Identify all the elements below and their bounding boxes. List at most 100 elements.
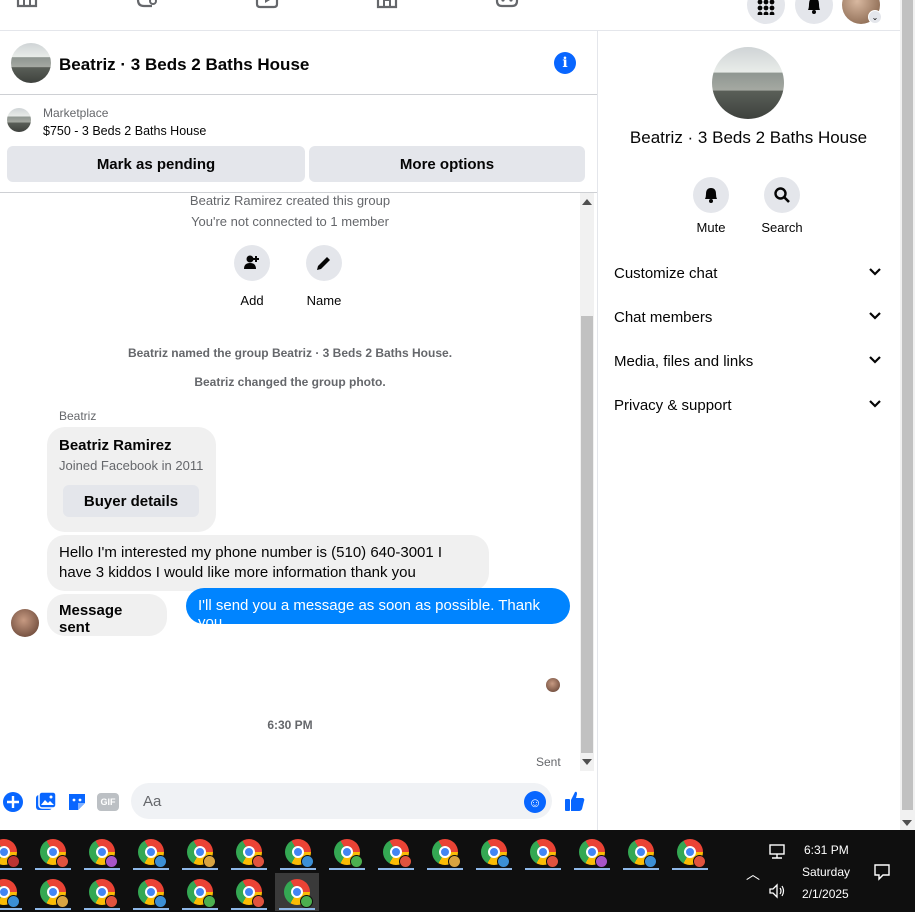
clock-day[interactable]: Saturday: [802, 865, 850, 879]
marketplace-icon[interactable]: [374, 0, 400, 16]
group-avatar[interactable]: [11, 43, 51, 83]
privacy-support-row[interactable]: Privacy & support: [614, 390, 882, 420]
chrome-taskbar-button[interactable]: [276, 833, 320, 871]
group-photo-event: Beatriz changed the group photo.: [194, 375, 386, 389]
gaming-icon[interactable]: [494, 0, 520, 16]
clock-time[interactable]: 6:31 PM: [804, 843, 849, 857]
chrome-icon: [187, 839, 216, 868]
sender-avatar[interactable]: [11, 609, 39, 637]
network-icon[interactable]: [768, 844, 786, 860]
outgoing-message[interactable]: I'll send you a message as soon as possi…: [186, 588, 570, 631]
profile-card: Beatriz Ramirez Joined Facebook in 2011 …: [47, 427, 216, 532]
chrome-taskbar-button[interactable]: [325, 833, 369, 871]
buyer-details-button[interactable]: Buyer details: [63, 485, 199, 517]
incoming-message[interactable]: Hello I'm interested my phone number is …: [47, 535, 489, 591]
add-member-action[interactable]: Add: [222, 245, 282, 308]
chrome-taskbar-button[interactable]: [374, 833, 418, 871]
scroll-thumb[interactable]: [581, 316, 593, 753]
chrome-taskbar-button[interactable]: [227, 833, 271, 871]
section-label: Privacy & support: [614, 396, 732, 414]
connection-notice: You're not connected to 1 member: [191, 214, 389, 229]
bell-icon: [808, 0, 820, 14]
more-options-button[interactable]: More options: [309, 146, 585, 182]
card-joined: Joined Facebook in 2011: [59, 458, 204, 473]
clock-date[interactable]: 2/1/2025: [802, 887, 849, 901]
volume-icon[interactable]: [768, 883, 786, 899]
chrome-taskbar-button[interactable]: [80, 873, 124, 911]
chrome-taskbar-button[interactable]: [129, 873, 173, 911]
chevron-down-icon: ⌄: [868, 10, 882, 24]
menu-grid-button[interactable]: [747, 0, 785, 24]
chrome-taskbar-button[interactable]: [129, 833, 173, 871]
search-action[interactable]: Search: [754, 177, 810, 235]
search-label: Search: [761, 220, 803, 235]
chrome-icon: [138, 839, 167, 868]
group-photo[interactable]: [712, 47, 784, 119]
chat-header: Beatriz · 3 Beds 2 Baths House i: [0, 31, 597, 95]
chrome-taskbar-button[interactable]: [80, 833, 124, 871]
listing-thumbnail[interactable]: [7, 108, 31, 132]
chrome-taskbar-button[interactable]: [668, 833, 712, 871]
chrome-taskbar-button[interactable]: [178, 873, 222, 911]
chrome-icon: [530, 839, 559, 868]
name-group-action[interactable]: Name: [294, 245, 354, 308]
notifications-button[interactable]: [795, 0, 833, 24]
photo-icon[interactable]: [35, 791, 57, 813]
message-input[interactable]: [131, 783, 552, 819]
like-icon[interactable]: [563, 789, 587, 813]
chevron-up-icon[interactable]: ︿: [746, 864, 760, 884]
timestamp: 6:30 PM: [267, 718, 313, 732]
chrome-taskbar-button[interactable]: [472, 833, 516, 871]
chat-title[interactable]: Beatriz · 3 Beds 2 Baths House: [59, 55, 309, 75]
plus-circle-icon[interactable]: [2, 791, 24, 813]
info-icon[interactable]: i: [554, 52, 576, 74]
scroll-down-arrow[interactable]: [582, 759, 592, 765]
sent-status: Sent: [536, 755, 561, 769]
chrome-icon: [285, 839, 314, 868]
message-sent-bubble[interactable]: Message sent: [47, 594, 167, 636]
card-name: Beatriz Ramirez: [59, 437, 172, 454]
chrome-icon: [481, 839, 510, 868]
chrome-taskbar-button[interactable]: [31, 873, 75, 911]
chrome-taskbar-button[interactable]: [227, 873, 271, 911]
message-list: Beatriz Ramirez created this group You'r…: [0, 193, 580, 771]
page-scrollbar[interactable]: [900, 0, 915, 830]
sender-name: Beatriz: [59, 409, 97, 423]
chrome-taskbar-button[interactable]: [521, 833, 565, 871]
chat-scrollbar[interactable]: [580, 193, 594, 771]
notification-center-icon[interactable]: [873, 863, 891, 881]
page-scroll-down-arrow[interactable]: [902, 820, 912, 826]
emoji-icon[interactable]: ☺: [524, 791, 546, 813]
chrome-taskbar-button[interactable]: [423, 833, 467, 871]
chrome-taskbar-button[interactable]: [178, 833, 222, 871]
chrome-icon: [40, 879, 69, 908]
bell-icon: [693, 177, 729, 213]
chat-members-row[interactable]: Chat members: [614, 302, 882, 332]
scroll-up-arrow[interactable]: [582, 199, 592, 205]
sticker-icon[interactable]: [66, 791, 88, 813]
chrome-taskbar-button[interactable]: [275, 873, 319, 911]
gif-icon[interactable]: GIF: [97, 791, 119, 813]
chrome-taskbar-button[interactable]: [619, 833, 663, 871]
add-person-icon: [234, 245, 270, 281]
home-icon[interactable]: [14, 0, 40, 16]
chrome-icon: [236, 879, 265, 908]
listing-title[interactable]: $750 - 3 Beds 2 Baths House: [43, 124, 206, 138]
customize-chat-row[interactable]: Customize chat: [614, 258, 882, 288]
chrome-icon: [579, 839, 608, 868]
video-icon[interactable]: [254, 0, 280, 16]
chrome-taskbar-button[interactable]: [31, 833, 75, 871]
chrome-taskbar-button[interactable]: [0, 833, 26, 871]
section-label: Customize chat: [614, 264, 718, 282]
chevron-down-icon: [869, 400, 881, 408]
chrome-icon: [0, 879, 20, 908]
profile-avatar-button[interactable]: ⌄: [842, 0, 882, 24]
chrome-taskbar-button[interactable]: [570, 833, 614, 871]
page-scroll-thumb[interactable]: [902, 0, 913, 810]
chevron-down-icon: [869, 268, 881, 276]
chrome-taskbar-button[interactable]: [0, 873, 26, 911]
media-files-row[interactable]: Media, files and links: [614, 346, 882, 376]
friends-icon[interactable]: [134, 0, 160, 16]
mark-pending-button[interactable]: Mark as pending: [7, 146, 305, 182]
mute-action[interactable]: Mute: [683, 177, 739, 235]
